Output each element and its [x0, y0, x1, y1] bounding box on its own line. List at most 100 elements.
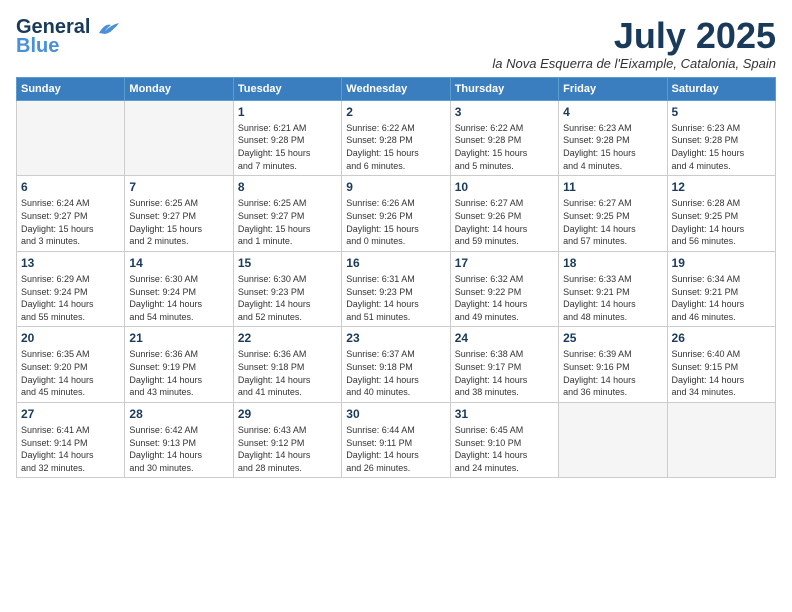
calendar-cell: 20Sunrise: 6:35 AM Sunset: 9:20 PM Dayli… — [17, 327, 125, 403]
logo-bird-icon — [97, 21, 119, 37]
day-info: Sunrise: 6:36 AM Sunset: 9:19 PM Dayligh… — [129, 348, 228, 398]
day-info: Sunrise: 6:25 AM Sunset: 9:27 PM Dayligh… — [238, 197, 337, 247]
day-info: Sunrise: 6:44 AM Sunset: 9:11 PM Dayligh… — [346, 424, 445, 474]
day-info: Sunrise: 6:27 AM Sunset: 9:25 PM Dayligh… — [563, 197, 662, 247]
calendar-cell: 22 Sunrise: 6:36 AM Sunset: 9:18 PM Dayli… — [233, 327, 341, 403]
logo-general: General — [16, 16, 90, 38]
day-number: 23 — [346, 330, 445, 346]
day-info: Sunrise: 6:34 AM Sunset: 9:21 PM Dayligh… — [672, 273, 771, 323]
day-number: 5 — [672, 104, 771, 120]
column-header-thursday: Thursday — [450, 77, 558, 100]
calendar-cell: 9 Sunrise: 6:26 AM Sunset: 9:26 PM Daylig… — [342, 176, 450, 252]
day-info: Sunrise: 6:40 AM Sunset: 9:15 PM Dayligh… — [672, 348, 771, 398]
week-row-4: 20Sunrise: 6:35 AM Sunset: 9:20 PM Dayli… — [17, 327, 776, 403]
day-info: Sunrise: 6:38 AM Sunset: 9:17 PM Dayligh… — [455, 348, 554, 398]
day-number: 28 — [129, 406, 228, 422]
day-info: Sunrise: 6:37 AM Sunset: 9:18 PM Dayligh… — [346, 348, 445, 398]
header-row: SundayMondayTuesdayWednesdayThursdayFrid… — [17, 77, 776, 100]
page-header: General Blue July 2025 la Nova Esquerra … — [16, 16, 776, 71]
calendar-cell: 30 Sunrise: 6:44 AM Sunset: 9:11 PM Dayli… — [342, 402, 450, 478]
day-info: Sunrise: 6:26 AM Sunset: 9:26 PM Dayligh… — [346, 197, 445, 247]
calendar-cell: 5 Sunrise: 6:23 AM Sunset: 9:28 PM Daylig… — [667, 100, 775, 176]
week-row-1: 1Sunrise: 6:21 AM Sunset: 9:28 PM Daylig… — [17, 100, 776, 176]
day-info: Sunrise: 6:22 AM Sunset: 9:28 PM Dayligh… — [455, 122, 554, 172]
day-info: Sunrise: 6:25 AM Sunset: 9:27 PM Dayligh… — [129, 197, 228, 247]
day-number: 15 — [238, 255, 337, 271]
day-info: Sunrise: 6:39 AM Sunset: 9:16 PM Dayligh… — [563, 348, 662, 398]
calendar-cell: 7Sunrise: 6:25 AM Sunset: 9:27 PM Daylig… — [125, 176, 233, 252]
day-info: Sunrise: 6:29 AM Sunset: 9:24 PM Dayligh… — [21, 273, 120, 323]
calendar-cell: 28 Sunrise: 6:42 AM Sunset: 9:13 PM Dayli… — [125, 402, 233, 478]
column-header-tuesday: Tuesday — [233, 77, 341, 100]
location-subtitle: la Nova Esquerra de l'Eixample, Cataloni… — [492, 56, 776, 71]
day-number: 31 — [455, 406, 554, 422]
calendar-cell: 23 Sunrise: 6:37 AM Sunset: 9:18 PM Dayli… — [342, 327, 450, 403]
column-header-monday: Monday — [125, 77, 233, 100]
week-row-2: 6Sunrise: 6:24 AM Sunset: 9:27 PM Daylig… — [17, 176, 776, 252]
calendar-cell: 3 Sunrise: 6:22 AM Sunset: 9:28 PM Daylig… — [450, 100, 558, 176]
day-number: 25 — [563, 330, 662, 346]
day-info: Sunrise: 6:43 AM Sunset: 9:12 PM Dayligh… — [238, 424, 337, 474]
calendar-cell: 24 Sunrise: 6:38 AM Sunset: 9:17 PM Dayli… — [450, 327, 558, 403]
week-row-5: 27 Sunrise: 6:41 AM Sunset: 9:14 PM Dayli… — [17, 402, 776, 478]
day-number: 9 — [346, 179, 445, 195]
day-info: Sunrise: 6:32 AM Sunset: 9:22 PM Dayligh… — [455, 273, 554, 323]
calendar-cell: 31Sunrise: 6:45 AM Sunset: 9:10 PM Dayli… — [450, 402, 558, 478]
day-number: 2 — [346, 104, 445, 120]
day-number: 29 — [238, 406, 337, 422]
day-number: 27 — [21, 406, 120, 422]
calendar-cell: 29 Sunrise: 6:43 AM Sunset: 9:12 PM Dayli… — [233, 402, 341, 478]
day-number: 30 — [346, 406, 445, 422]
calendar-cell: 17 Sunrise: 6:32 AM Sunset: 9:22 PM Dayli… — [450, 251, 558, 327]
calendar-cell: 6Sunrise: 6:24 AM Sunset: 9:27 PM Daylig… — [17, 176, 125, 252]
day-number: 12 — [672, 179, 771, 195]
calendar-cell: 4 Sunrise: 6:23 AM Sunset: 9:28 PM Daylig… — [559, 100, 667, 176]
day-number: 19 — [672, 255, 771, 271]
column-header-sunday: Sunday — [17, 77, 125, 100]
calendar-cell: 10Sunrise: 6:27 AM Sunset: 9:26 PM Dayli… — [450, 176, 558, 252]
day-info: Sunrise: 6:31 AM Sunset: 9:23 PM Dayligh… — [346, 273, 445, 323]
column-header-friday: Friday — [559, 77, 667, 100]
day-info: Sunrise: 6:30 AM Sunset: 9:23 PM Dayligh… — [238, 273, 337, 323]
day-number: 17 — [455, 255, 554, 271]
calendar-cell: 14Sunrise: 6:30 AM Sunset: 9:24 PM Dayli… — [125, 251, 233, 327]
day-number: 8 — [238, 179, 337, 195]
day-info: Sunrise: 6:36 AM Sunset: 9:18 PM Dayligh… — [238, 348, 337, 398]
day-number: 22 — [238, 330, 337, 346]
calendar-cell: 25 Sunrise: 6:39 AM Sunset: 9:16 PM Dayli… — [559, 327, 667, 403]
day-number: 26 — [672, 330, 771, 346]
day-info: Sunrise: 6:41 AM Sunset: 9:14 PM Dayligh… — [21, 424, 120, 474]
day-info: Sunrise: 6:22 AM Sunset: 9:28 PM Dayligh… — [346, 122, 445, 172]
day-number: 6 — [21, 179, 120, 195]
day-info: Sunrise: 6:35 AM Sunset: 9:20 PM Dayligh… — [21, 348, 120, 398]
calendar-cell: 2 Sunrise: 6:22 AM Sunset: 9:28 PM Daylig… — [342, 100, 450, 176]
day-info: Sunrise: 6:23 AM Sunset: 9:28 PM Dayligh… — [563, 122, 662, 172]
week-row-3: 13Sunrise: 6:29 AM Sunset: 9:24 PM Dayli… — [17, 251, 776, 327]
day-info: Sunrise: 6:33 AM Sunset: 9:21 PM Dayligh… — [563, 273, 662, 323]
calendar-cell: 27 Sunrise: 6:41 AM Sunset: 9:14 PM Dayli… — [17, 402, 125, 478]
title-block: July 2025 la Nova Esquerra de l'Eixample… — [492, 16, 776, 71]
day-number: 18 — [563, 255, 662, 271]
calendar-cell: 15 Sunrise: 6:30 AM Sunset: 9:23 PM Dayli… — [233, 251, 341, 327]
calendar-cell — [667, 402, 775, 478]
month-title: July 2025 — [492, 16, 776, 56]
day-number: 4 — [563, 104, 662, 120]
day-number: 3 — [455, 104, 554, 120]
calendar-table: SundayMondayTuesdayWednesdayThursdayFrid… — [16, 77, 776, 479]
calendar-cell: 13Sunrise: 6:29 AM Sunset: 9:24 PM Dayli… — [17, 251, 125, 327]
day-info: Sunrise: 6:28 AM Sunset: 9:25 PM Dayligh… — [672, 197, 771, 247]
day-number: 11 — [563, 179, 662, 195]
day-number: 24 — [455, 330, 554, 346]
day-info: Sunrise: 6:42 AM Sunset: 9:13 PM Dayligh… — [129, 424, 228, 474]
calendar-cell: 12 Sunrise: 6:28 AM Sunset: 9:25 PM Dayli… — [667, 176, 775, 252]
calendar-cell — [17, 100, 125, 176]
day-info: Sunrise: 6:23 AM Sunset: 9:28 PM Dayligh… — [672, 122, 771, 172]
day-number: 10 — [455, 179, 554, 195]
calendar-cell — [125, 100, 233, 176]
day-info: Sunrise: 6:21 AM Sunset: 9:28 PM Dayligh… — [238, 122, 337, 172]
day-number: 21 — [129, 330, 228, 346]
day-info: Sunrise: 6:30 AM Sunset: 9:24 PM Dayligh… — [129, 273, 228, 323]
calendar-cell: 19 Sunrise: 6:34 AM Sunset: 9:21 PM Dayli… — [667, 251, 775, 327]
calendar-cell: 18 Sunrise: 6:33 AM Sunset: 9:21 PM Dayli… — [559, 251, 667, 327]
logo: General Blue — [16, 16, 119, 58]
